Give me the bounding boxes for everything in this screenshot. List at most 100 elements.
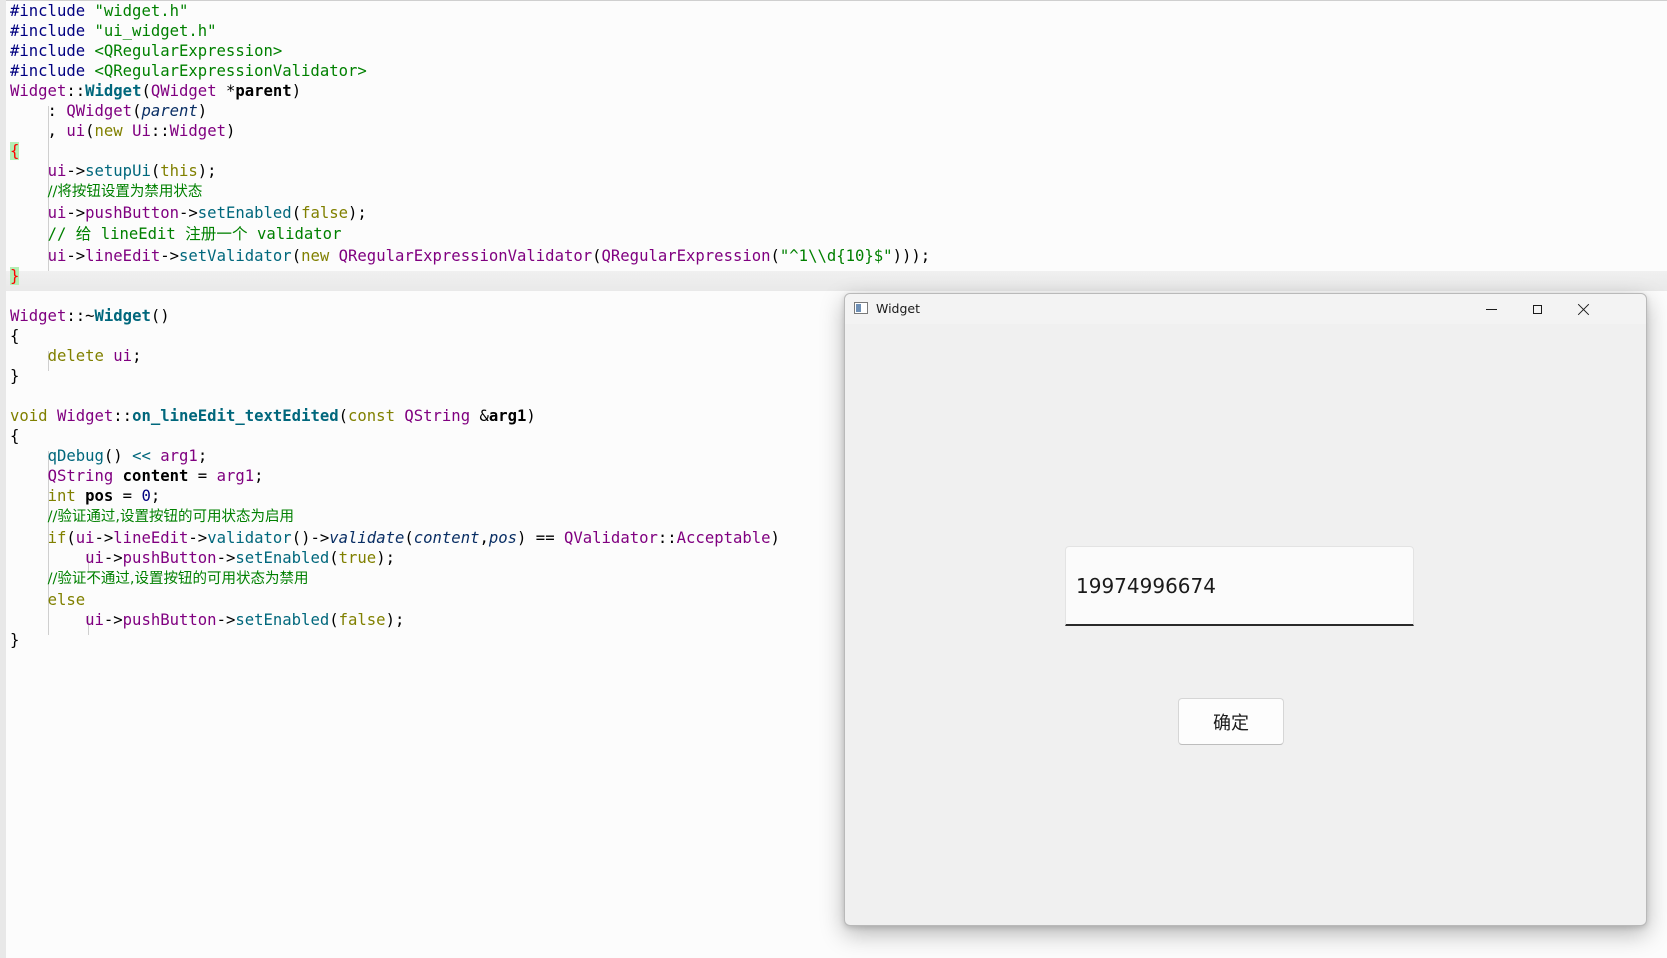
code-token: ui (85, 549, 104, 567)
code-token: ) (526, 407, 536, 425)
code-token: Widget (10, 82, 67, 100)
code-line: } (10, 366, 19, 386)
code-token: } (10, 367, 20, 385)
code-token: :: (113, 407, 133, 425)
code-token: validate (329, 529, 405, 547)
code-line: Widget::Widget(QWidget *parent) (10, 81, 301, 101)
code-token: ) == (517, 529, 564, 547)
code-token: // 给 lineEdit 注册一个 validator (47, 225, 342, 243)
code-line: #include "ui_widget.h" (10, 21, 217, 41)
code-token: content (413, 529, 480, 547)
code-token: ui (85, 611, 104, 629)
maximize-button[interactable] (1514, 294, 1560, 324)
code-token: "^1\\d{10}$" (779, 247, 893, 265)
code-token: ); (376, 549, 395, 567)
code-token: = (113, 487, 142, 505)
code-token: ( (329, 549, 339, 567)
code-token: << (132, 447, 151, 465)
confirm-button[interactable]: 确定 (1178, 698, 1284, 745)
code-token: arg1 (488, 407, 527, 425)
code-token: } (10, 267, 20, 285)
widget-window[interactable]: Widget 19974996674 确定 (844, 293, 1647, 926)
code-token: ::~ (66, 307, 95, 325)
code-line: // 给 lineEdit 注册一个 validator (10, 224, 342, 244)
code-token: ( (770, 247, 780, 265)
title-bar[interactable]: Widget (845, 294, 1646, 324)
code-token: 0 (141, 487, 151, 505)
code-token: int (47, 487, 86, 505)
code-token: setEnabled (235, 611, 330, 629)
code-token: Widget (56, 407, 114, 425)
code-token: Acceptable (676, 529, 771, 547)
code-token: if (47, 529, 67, 547)
code-token: parent (235, 82, 292, 100)
code-token: -> (216, 549, 236, 567)
code-token: ) (197, 102, 208, 120)
code-token: { (10, 142, 20, 160)
code-token: setupUi (85, 162, 151, 180)
code-token: false (338, 611, 386, 629)
code-token: ( (291, 247, 302, 265)
code-line: //验证通过,设置按钮的可用状态为启用 (10, 506, 294, 526)
code-token: ) (770, 529, 780, 547)
code-token: , (10, 122, 67, 140)
code-line: } (10, 266, 20, 286)
code-token: = (188, 467, 217, 485)
code-token: "widget.h" (94, 2, 189, 20)
code-token: ui (47, 162, 67, 180)
code-line: void Widget::on_lineEdit_textEdited(cons… (10, 406, 536, 426)
code-token: //验证不通过,设置按钮的可用状态为禁用 (47, 571, 309, 587)
code-token: Widget (85, 82, 142, 100)
code-line: qDebug() << arg1; (10, 446, 208, 466)
code-token: arg1 (216, 467, 255, 485)
code-token: -> (94, 529, 114, 547)
code-token: : (10, 102, 67, 120)
code-token: Widget (169, 122, 226, 140)
code-token: -> (160, 247, 180, 265)
code-token: setValidator (179, 247, 292, 265)
code-line: { (10, 426, 19, 446)
current-line-highlight (6, 271, 1667, 291)
code-token: -> (66, 204, 86, 222)
code-token: -> (103, 611, 123, 629)
close-icon (1577, 303, 1590, 316)
code-token: new (301, 247, 339, 265)
code-token: pos (488, 529, 518, 547)
code-token: pushButton (85, 204, 180, 222)
code-token: ( (141, 82, 151, 100)
code-line: } (10, 630, 19, 650)
code-token: ( (338, 407, 349, 425)
minimize-button[interactable] (1468, 294, 1514, 324)
phone-line-edit[interactable]: 19974996674 (1065, 546, 1414, 626)
window-title: Widget (876, 301, 921, 316)
code-token: ( (66, 529, 76, 547)
code-line: if(ui->lineEdit->validator()->validate(c… (10, 528, 780, 548)
code-token: ()-> (291, 529, 330, 547)
code-line: ui->pushButton->setEnabled(true); (10, 548, 395, 568)
code-token: arg1 (160, 447, 198, 465)
code-token: ); (197, 162, 217, 180)
code-token: QWidget (150, 82, 217, 100)
code-token: QValidator (563, 529, 658, 547)
close-button[interactable] (1560, 294, 1606, 324)
code-token: ; (197, 447, 208, 465)
code-line: #include "widget.h" (10, 1, 188, 21)
code-token: ui (66, 122, 86, 140)
code-token: -> (179, 204, 198, 222)
code-token: QRegularExpressionValidator (338, 247, 593, 265)
code-token: ( (150, 162, 161, 180)
code-token: pushButton (122, 549, 217, 567)
code-token: ); (348, 204, 367, 222)
code-line: { (10, 326, 19, 346)
code-token: void (10, 407, 57, 425)
